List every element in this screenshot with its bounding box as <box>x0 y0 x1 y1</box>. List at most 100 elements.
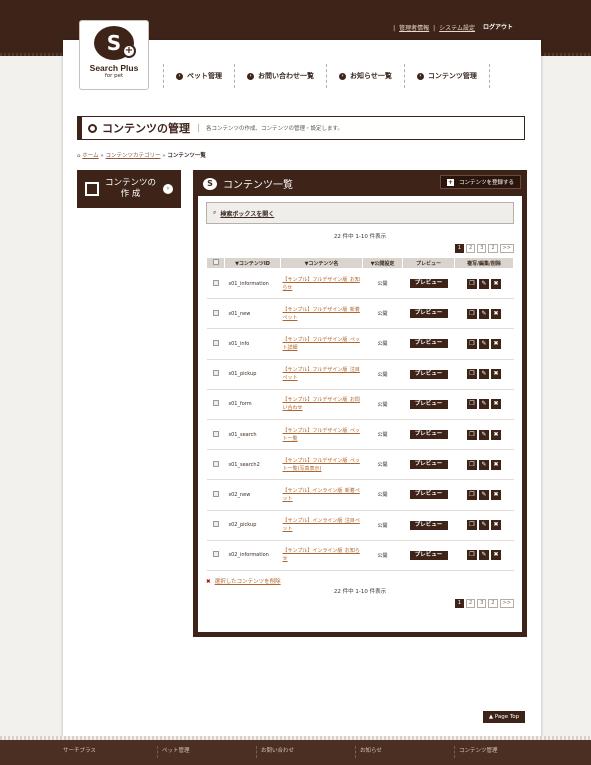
delete-icon[interactable]: ✖ <box>491 550 501 561</box>
preview-button[interactable]: プレビュー <box>409 460 448 470</box>
footer-link[interactable]: ペット管理 <box>162 746 257 758</box>
row-checkbox[interactable] <box>206 328 225 360</box>
preview-button[interactable]: プレビュー <box>409 309 448 319</box>
copy-icon[interactable]: ❐ <box>467 489 477 500</box>
page-link[interactable]: 2 <box>466 244 476 253</box>
col-status[interactable]: ▼公開設定 <box>362 257 403 269</box>
row-checkbox[interactable] <box>206 298 225 330</box>
page-link[interactable]: 1 <box>454 598 465 608</box>
logo[interactable]: S + Search Plus for pet <box>79 20 149 90</box>
footer-link[interactable]: コンテンツ管理 <box>459 746 554 758</box>
col-id[interactable]: ▼コンテンツID <box>224 257 281 269</box>
edit-icon[interactable]: ✎ <box>479 278 489 289</box>
delete-selected-link[interactable]: 選択したコンテンツを削除 <box>215 579 281 585</box>
preview-cell: プレビュー <box>402 328 455 360</box>
page-link[interactable]: >> <box>499 598 514 608</box>
preview-button[interactable]: プレビュー <box>409 339 448 349</box>
page-link[interactable]: 3 <box>477 598 487 608</box>
content-name-link[interactable]: 【サンプル】インライン版_注目ペット <box>280 510 363 541</box>
edit-icon[interactable]: ✎ <box>479 308 489 319</box>
content-name-link[interactable]: 【サンプル】フルデザイン版_ペット一覧 <box>280 419 363 451</box>
content-name-link[interactable]: 【サンプル】インライン版_お知らせ <box>280 540 363 571</box>
copy-icon[interactable]: ❐ <box>467 520 477 531</box>
edit-icon[interactable]: ✎ <box>479 520 489 531</box>
content-name-link[interactable]: 【サンプル】フルデザイン版_お知らせ <box>280 268 363 300</box>
nav-pet-management[interactable]: › ペット管理 <box>163 64 234 88</box>
copy-icon[interactable]: ❐ <box>467 399 477 410</box>
preview-button[interactable]: プレビュー <box>409 279 448 289</box>
content-name-link[interactable]: 【サンプル】インライン版_新着ペット <box>280 479 363 511</box>
page-top-button[interactable]: ▲ Page Top <box>483 711 525 723</box>
row-checkbox[interactable] <box>206 419 225 451</box>
row-checkbox[interactable] <box>206 510 225 541</box>
row-checkbox[interactable] <box>206 540 225 571</box>
row-checkbox[interactable] <box>206 359 225 390</box>
row-checkbox[interactable] <box>206 268 225 300</box>
page-link[interactable]: 3 <box>477 244 487 253</box>
edit-icon[interactable]: ✎ <box>479 399 489 410</box>
delete-icon[interactable]: ✖ <box>491 278 501 289</box>
nav-contents[interactable]: › コンテンツ管理 <box>403 64 490 88</box>
copy-icon[interactable]: ❐ <box>467 369 477 380</box>
edit-icon[interactable]: ✎ <box>479 550 489 561</box>
edit-icon[interactable]: ✎ <box>479 459 489 470</box>
page-link[interactable]: 2 <box>488 598 498 608</box>
footer-link[interactable]: お問い合わせ <box>261 746 356 758</box>
nav-notices[interactable]: › お知らせ一覧 <box>326 64 404 88</box>
copy-icon[interactable]: ❐ <box>467 550 477 561</box>
content-name-link[interactable]: 【サンプル】フルデザイン版_新着ペット <box>280 298 363 330</box>
copy-icon[interactable]: ❐ <box>467 429 477 440</box>
col-name[interactable]: ▼コンテンツ名 <box>280 257 363 269</box>
copy-icon[interactable]: ❐ <box>467 338 477 349</box>
breadcrumb-home[interactable]: ホーム <box>82 153 98 159</box>
delete-icon[interactable]: ✖ <box>491 369 501 380</box>
search-box-toggle[interactable]: ⌕ 検索ボックスを開く <box>206 202 514 224</box>
page-link[interactable]: >> <box>499 244 514 253</box>
delete-icon[interactable]: ✖ <box>491 459 501 470</box>
page-link[interactable]: 2 <box>488 244 498 253</box>
publish-status: 公開 <box>362 449 403 481</box>
footer-link[interactable]: お知らせ <box>360 746 455 758</box>
content-id: s01_info <box>224 328 281 360</box>
content-name-link[interactable]: 【サンプル】フルデザイン版_注目ペット <box>280 359 363 390</box>
preview-button[interactable]: プレビュー <box>409 550 448 560</box>
nav-inquiries[interactable]: › お問い合わせ一覧 <box>234 64 326 88</box>
search-box-link[interactable]: 検索ボックスを開く <box>220 209 274 218</box>
content-name-link[interactable]: 【サンプル】フルデザイン版_ペット一覧(写真表示) <box>280 449 363 481</box>
preview-button[interactable]: プレビュー <box>409 490 448 500</box>
preview-button[interactable]: プレビュー <box>409 430 448 440</box>
content-name-link[interactable]: 【サンプル】フルデザイン版_ペット詳細 <box>280 328 363 360</box>
logout-button[interactable]: ログアウト <box>483 22 513 31</box>
create-content-button[interactable]: コンテンツの 作 成 › <box>77 170 181 208</box>
content-name-link[interactable]: 【サンプル】フルデザイン版_お問い合わせ <box>280 389 363 420</box>
copy-icon[interactable]: ❐ <box>467 278 477 289</box>
copy-icon[interactable]: ❐ <box>467 459 477 470</box>
breadcrumb-category[interactable]: コンテンツカテゴリー <box>105 153 160 159</box>
delete-icon[interactable]: ✖ <box>491 338 501 349</box>
system-settings-link[interactable]: システム設定 <box>439 25 475 32</box>
preview-button[interactable]: プレビュー <box>409 369 448 379</box>
page-link[interactable]: 1 <box>454 244 465 253</box>
edit-icon[interactable]: ✎ <box>479 338 489 349</box>
footer-link[interactable]: サーチプラス <box>63 746 158 758</box>
edit-icon[interactable]: ✎ <box>479 489 489 500</box>
select-all-header[interactable] <box>206 257 225 269</box>
preview-button[interactable]: プレビュー <box>409 520 448 530</box>
delete-icon[interactable]: ✖ <box>491 520 501 531</box>
preview-button[interactable]: プレビュー <box>409 399 448 409</box>
delete-icon[interactable]: ✖ <box>491 308 501 319</box>
edit-icon[interactable]: ✎ <box>479 429 489 440</box>
table-row: s01_info 【サンプル】フルデザイン版_ペット詳細 公開 プレビュー ❐ ✎ ✖ <box>206 328 514 360</box>
register-content-button[interactable]: + コンテンツを登録する <box>439 175 521 189</box>
row-checkbox[interactable] <box>206 449 225 481</box>
edit-icon[interactable]: ✎ <box>479 369 489 380</box>
row-checkbox[interactable] <box>206 389 225 420</box>
page-link[interactable]: 2 <box>466 598 476 608</box>
delete-icon[interactable]: ✖ <box>491 489 501 500</box>
admin-info-link[interactable]: 管理者情報 <box>399 25 429 32</box>
actions-cell: ❐ ✎ ✖ <box>454 328 514 360</box>
delete-icon[interactable]: ✖ <box>491 429 501 440</box>
row-checkbox[interactable] <box>206 479 225 511</box>
copy-icon[interactable]: ❐ <box>467 308 477 319</box>
delete-icon[interactable]: ✖ <box>491 399 501 410</box>
